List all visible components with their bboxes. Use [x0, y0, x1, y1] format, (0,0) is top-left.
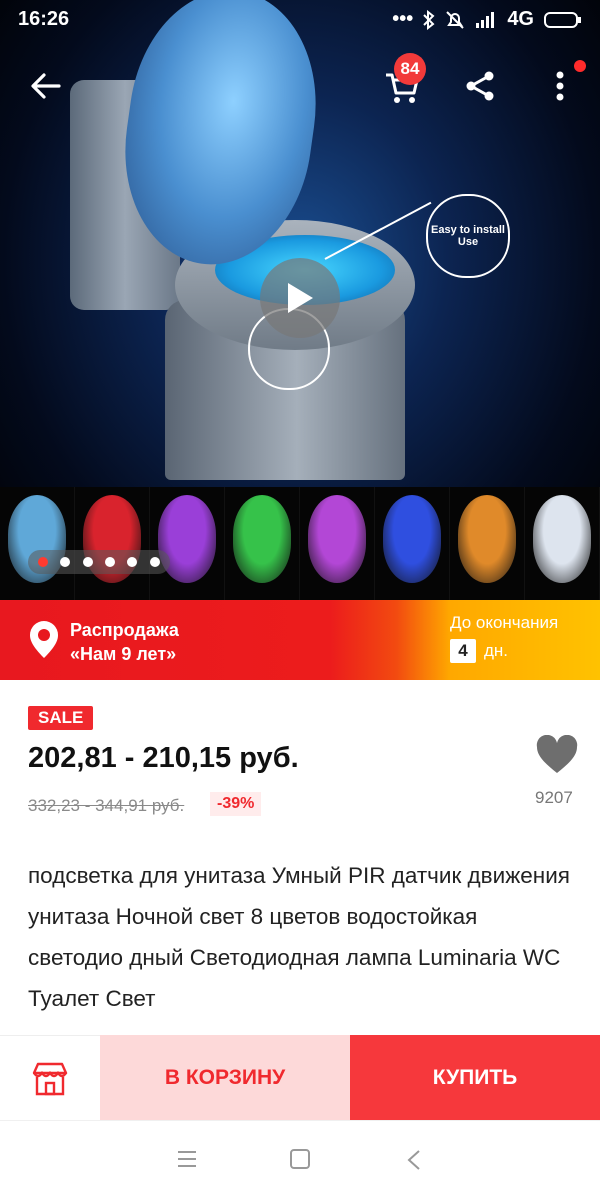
sale-logo-icon: [30, 621, 58, 658]
callout-bubble: Easy to install Use: [426, 194, 510, 278]
back-button[interactable]: [22, 62, 70, 110]
color-variant-thumb: [375, 487, 450, 600]
color-variant-thumb: [450, 487, 525, 600]
wishlist-button[interactable]: [535, 734, 579, 779]
color-variant-thumb: [225, 487, 300, 600]
carousel-dot[interactable]: [127, 557, 138, 567]
callout-line2: Use: [457, 236, 479, 248]
callout-line1: Easy to install: [431, 224, 505, 236]
store-icon: [32, 1062, 68, 1095]
menu-nav-icon[interactable]: [176, 1149, 198, 1169]
system-nav-bar: [0, 1120, 600, 1199]
glowing-seat-image: [383, 495, 441, 583]
glowing-seat-image: [458, 495, 516, 583]
back-arrow-icon: [31, 73, 61, 99]
share-icon: [466, 71, 494, 101]
color-variant-thumb: [0, 487, 75, 600]
home-nav-icon[interactable]: [289, 1149, 311, 1169]
carousel-indicator[interactable]: [28, 550, 170, 574]
glowing-seat-image: [308, 495, 366, 583]
discount-badge: -39%: [210, 792, 262, 816]
color-variant-thumb: [75, 487, 150, 600]
buy-now-button[interactable]: КУПИТЬ: [350, 1035, 600, 1120]
signal-icon: [476, 11, 495, 28]
original-price: 332,23 - 344,91 руб.: [28, 796, 185, 815]
bottom-action-bar: В КОРЗИНУ КУПИТЬ: [0, 1035, 600, 1121]
color-variants-strip: [0, 487, 600, 600]
banner-line1: Распродажа: [70, 620, 179, 640]
sale-banner[interactable]: Распродажа «Нам 9 лет» До окончания 4 дн…: [0, 600, 600, 680]
status-time: 16:26: [18, 8, 70, 30]
carousel-dot[interactable]: [82, 557, 93, 567]
add-to-cart-button[interactable]: В КОРЗИНУ: [100, 1035, 350, 1120]
carousel-dot[interactable]: [149, 557, 160, 567]
color-variant-thumb: [525, 487, 600, 600]
sale-badge: SALE: [28, 706, 94, 730]
more-vertical-icon: [556, 71, 564, 101]
status-bar: 16:26 ••• 4G: [0, 0, 600, 40]
play-video-button[interactable]: [260, 258, 340, 338]
color-variant-thumb: [300, 487, 375, 600]
color-variant-thumb: [150, 487, 225, 600]
countdown-value: 4: [450, 639, 476, 663]
countdown-label: До окончания: [450, 613, 559, 632]
banner-line2: «Нам 9 лет»: [70, 644, 177, 664]
cart-count-badge: 84: [394, 53, 426, 85]
carousel-dot[interactable]: [38, 557, 49, 567]
mute-bell-icon: [446, 10, 465, 29]
store-button[interactable]: [0, 1035, 100, 1121]
battery-icon: [544, 11, 581, 28]
menu-notification-dot: [574, 60, 586, 72]
network-type: 4G: [507, 8, 534, 30]
play-icon: [288, 283, 313, 313]
wishlist-count: 9207: [535, 788, 573, 807]
glowing-seat-image: [233, 495, 291, 583]
carousel-dot[interactable]: [105, 557, 116, 567]
more-notifications-icon: •••: [392, 8, 414, 30]
glowing-seat-image: [533, 495, 591, 583]
product-price: 202,81 - 210,15 руб.: [28, 742, 299, 774]
carousel-dot[interactable]: [60, 557, 71, 567]
product-title: подсветка для унитаза Умный PIR датчик д…: [28, 863, 570, 1011]
back-nav-icon[interactable]: [406, 1149, 422, 1171]
share-button[interactable]: [456, 62, 504, 110]
countdown-unit: дн.: [484, 641, 509, 660]
heart-icon: [536, 734, 578, 773]
bluetooth-icon: [423, 9, 435, 30]
